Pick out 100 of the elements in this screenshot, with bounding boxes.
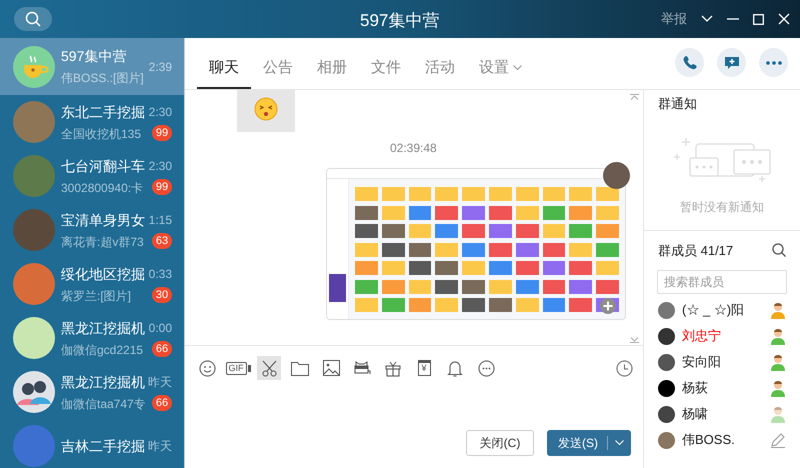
call-button[interactable] (675, 48, 704, 77)
conversation-name: 东北二手挖掘 (61, 102, 146, 122)
member-search-field[interactable]: 搜索群成员 (657, 270, 787, 294)
person-icon (770, 302, 786, 318)
conversation-name: 绥化地区挖掘 (61, 264, 146, 284)
money-envelope-button[interactable]: ¥ (418, 360, 430, 376)
conversation-time: 2:39 (148, 58, 172, 76)
conversation-name: 七台河翻斗车 (61, 156, 146, 176)
tab[interactable]: 活动 (413, 49, 467, 89)
tab[interactable]: 文件 (359, 49, 413, 89)
unread-badge: 30 (152, 287, 172, 303)
folder-icon[interactable] (291, 360, 309, 376)
more-button[interactable] (759, 48, 788, 77)
people-avatar-icon (13, 371, 55, 413)
conversation-name: 黑龙江挖掘机 (61, 372, 146, 392)
report-link[interactable]: 举报 (661, 9, 687, 29)
message-preview: 3002800940:卡 (61, 180, 144, 196)
member-name[interactable]: 伟BOSS. (682, 430, 735, 450)
conversation-time: 昨天 (148, 374, 172, 391)
conversation-name: 宝清单身男女 (61, 210, 146, 230)
member-name[interactable]: 安向阳 (682, 352, 721, 372)
avatar-photo (658, 380, 675, 396)
gift-icon[interactable] (385, 360, 401, 376)
avatar-photo (13, 317, 55, 359)
conversation-item[interactable]: 绥化地区挖掘 紫罗兰:[图片] 0:33 30 (0, 257, 184, 311)
unread-badge: 63 (152, 233, 172, 249)
search-icon (25, 11, 41, 27)
members-heading: 群成员 41/17 (658, 242, 734, 260)
more-icon[interactable] (478, 360, 494, 376)
message-preview: 紫罗兰:[图片] (61, 288, 132, 304)
screenshot-button[interactable] (257, 356, 281, 380)
history-clock-icon[interactable] (616, 360, 633, 376)
member-name[interactable]: 刘忠宁 (682, 326, 721, 346)
search-icon[interactable] (772, 243, 786, 258)
zoom-in-icon[interactable] (599, 297, 617, 315)
conversation-item[interactable]: 东北二手挖掘 全国收挖机135 2:30 99 (0, 95, 184, 149)
search-button[interactable] (14, 7, 52, 31)
conversation-time: 1:15 (148, 212, 172, 229)
emoji-icon (254, 97, 278, 121)
member-name[interactable]: 杨荻 (682, 378, 708, 398)
person-icon (770, 380, 786, 396)
avatar-photo (13, 155, 55, 197)
message-preview: 伽微信gcd2215 (61, 342, 144, 358)
conversation-name: 597集中营 (61, 47, 128, 66)
minimize-icon[interactable] (727, 18, 739, 20)
scissors-icon (260, 360, 278, 376)
avatar-photo (13, 209, 55, 251)
maximize-icon[interactable] (753, 14, 764, 24)
conversation-time: 0:33 (148, 266, 172, 283)
member-name[interactable]: 杨啸 (682, 404, 708, 424)
close-button[interactable]: 关闭(C) (466, 430, 534, 456)
avatar-photo (13, 425, 55, 467)
tab[interactable]: 相册 (305, 49, 359, 89)
conversation-item[interactable]: 吉林二手挖掘 昨天 (0, 419, 184, 468)
avatar-photo (13, 101, 55, 143)
tab[interactable]: 公告 (251, 49, 305, 89)
notice-heading: 群通知 (658, 95, 698, 113)
unread-badge: 66 (152, 341, 172, 357)
window-title: 597集中营 (360, 10, 440, 32)
emoji-icon[interactable] (198, 360, 216, 376)
avatar-photo (13, 263, 55, 305)
screen-share-icon[interactable] (354, 360, 370, 376)
person-icon (770, 406, 786, 422)
conversation-item[interactable]: 宝清单身男女 离花青:超v群73 1:15 63 (0, 203, 184, 257)
edit-icon[interactable] (770, 432, 786, 448)
person-icon (770, 328, 786, 344)
chevron-down-icon[interactable] (701, 15, 713, 23)
unread-badge: 66 (152, 395, 172, 411)
avatar-photo (658, 354, 675, 370)
close-icon[interactable] (778, 13, 790, 25)
message-preview: 伟BOSS.:[图片] (61, 70, 145, 87)
person-icon (770, 354, 786, 370)
message-preview: 全国收挖机135 (61, 126, 142, 142)
screenshot-image[interactable] (326, 168, 626, 320)
conversation-item[interactable]: 黑龙江挖掘机 伽微信gcd2215 0:00 66 (0, 311, 184, 365)
avatar-photo (658, 406, 675, 422)
phone-icon (682, 54, 698, 70)
unread-badge: 99 (152, 179, 172, 195)
image-icon[interactable] (322, 360, 340, 376)
message-preview: 伽微信taa747专 (61, 396, 146, 412)
tab[interactable]: 设置 (467, 49, 534, 89)
avatar-photo (603, 162, 630, 189)
message-preview: 离花青:超v群73 (61, 234, 145, 250)
empty-notice-text: 暂时没有新通知 (679, 198, 765, 216)
conversation-time: 2:30 (148, 158, 172, 175)
send-button[interactable]: 发送(S) (547, 430, 631, 456)
conversation-item[interactable]: 黑龙江挖掘机 伽微信taa747专 昨天 66 (0, 365, 184, 419)
conversation-item[interactable]: 597集中营 伟BOSS.:[图片] 2:39 (0, 38, 184, 95)
avatar-photo (658, 328, 675, 344)
more-icon (766, 60, 782, 64)
member-name[interactable]: (☆ _ ☆)阳 (682, 300, 744, 320)
add-message-button[interactable] (717, 48, 746, 77)
unread-badge: 99 (152, 125, 172, 141)
conversation-name: 吉林二手挖掘 (61, 436, 146, 456)
conversation-time: 2:30 (148, 104, 172, 121)
message-timestamp: 02:39:48 (390, 140, 437, 157)
conversation-item[interactable]: 七台河翻斗车 3002800940:卡 2:30 99 (0, 149, 184, 203)
bell-icon[interactable] (447, 360, 463, 376)
avatar-photo (658, 302, 675, 318)
conversation-time: 昨天 (148, 438, 172, 455)
